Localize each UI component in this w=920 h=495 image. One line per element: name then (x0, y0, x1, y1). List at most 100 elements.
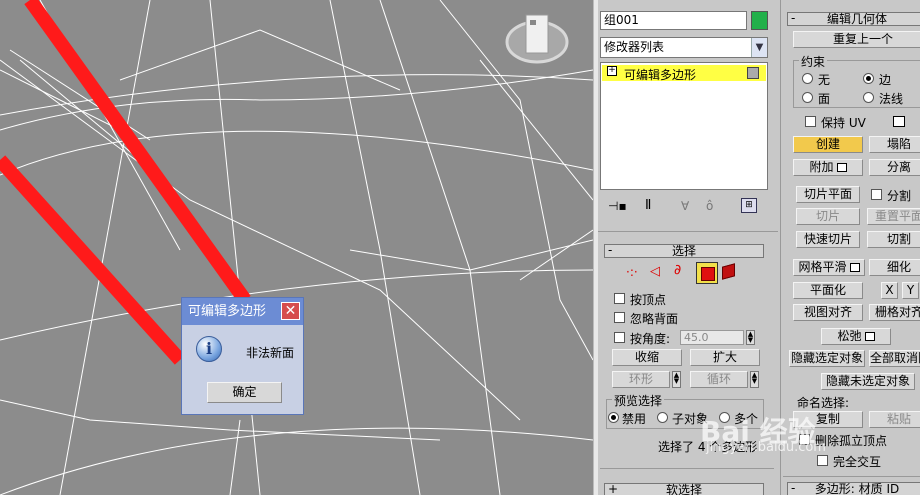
remove-modifier-icon[interactable]: ô (706, 199, 713, 213)
selection-rollout-header[interactable]: - 选择 (604, 244, 764, 258)
repeat-last-button[interactable]: 重复上一个 (793, 31, 920, 48)
preview-disabled-radio[interactable] (608, 412, 619, 423)
by-vertex-label: 按顶点 (630, 293, 667, 307)
meshsmooth-button[interactable]: 网格平滑 (793, 259, 865, 276)
preview-subobject-radio[interactable] (657, 412, 668, 423)
by-angle-label: 按角度: (630, 332, 671, 346)
hide-unselected-button[interactable]: 隐藏未选定对象 (821, 373, 915, 390)
grow-button[interactable]: 扩大 (690, 349, 760, 366)
show-end-result-icon[interactable]: Ⅱ (645, 198, 651, 213)
viewcube-icon[interactable] (505, 14, 569, 64)
angle-input[interactable]: 45.0 (680, 330, 744, 345)
named-selections-label: 命名选择: (797, 396, 850, 410)
polygon-material-header[interactable]: - 多边形: 材质 ID (787, 482, 920, 495)
ring-spinner[interactable]: ▲ ▼ (672, 371, 681, 388)
ring-button[interactable]: 环形 (612, 371, 670, 388)
close-icon[interactable]: ✕ (281, 302, 300, 320)
quick-slice-button[interactable]: 快速切片 (796, 231, 860, 248)
unhide-all-button[interactable]: 全部取消隐藏 (869, 350, 920, 367)
constraint-none-radio[interactable] (802, 73, 813, 84)
object-name-field[interactable]: 组001 (600, 11, 747, 30)
attach-label: 附加 (809, 160, 834, 174)
expand-icon[interactable]: + (607, 66, 617, 76)
element-mode-icon[interactable] (722, 263, 735, 280)
make-unique-icon[interactable]: ∀ (681, 199, 689, 213)
angle-spinner[interactable]: ▲ ▼ (746, 330, 755, 345)
ok-button[interactable]: 确定 (207, 382, 282, 403)
planarize-x-button[interactable]: X (881, 282, 898, 299)
loop-button[interactable]: 循环 (690, 371, 748, 388)
cut-button[interactable]: 切割 (867, 231, 920, 248)
planarize-button[interactable]: 平面化 (793, 282, 863, 299)
separator (598, 231, 778, 232)
view-align-button[interactable]: 视图对齐 (793, 304, 863, 321)
planarize-y-button[interactable]: Y (902, 282, 919, 299)
relax-button[interactable]: 松弛 (821, 328, 891, 345)
constraint-face-radio[interactable] (802, 92, 813, 103)
by-vertex-checkbox[interactable] (614, 293, 625, 304)
ignore-backfacing-checkbox[interactable] (614, 312, 625, 323)
slice-button[interactable]: 切片 (796, 208, 860, 225)
configure-modifier-icon[interactable]: ⊞ (741, 198, 757, 213)
split-checkbox[interactable] (871, 189, 882, 200)
constraint-none-label: 无 (818, 73, 831, 87)
edit-geometry-label: 编辑几何体 (826, 12, 887, 26)
grid-align-button[interactable]: 栅格对齐 (869, 304, 920, 321)
soft-selection-rollout-header[interactable]: + 软选择 (604, 483, 764, 495)
loop-spinner[interactable]: ▲ ▼ (750, 371, 759, 388)
ignore-backfacing-label: 忽略背面 (630, 312, 679, 326)
split-label: 分割 (887, 189, 912, 203)
paste-button[interactable]: 粘贴 (869, 411, 920, 428)
object-color-swatch[interactable] (751, 11, 768, 30)
full-interactivity-label: 完全交互 (833, 455, 882, 469)
edge-mode-icon[interactable]: ◁ (650, 264, 660, 279)
polygon-mode-button[interactable] (696, 262, 718, 284)
detach-button[interactable]: 分离 (869, 159, 920, 176)
wireframe-mesh (0, 0, 593, 495)
meshsmooth-settings-icon[interactable] (849, 263, 860, 272)
selection-header-label: 选择 (671, 244, 696, 258)
polygon-material-label: 多边形: 材质 ID (814, 482, 900, 495)
slice-plane-button[interactable]: 切片平面 (796, 186, 860, 203)
separator (600, 468, 774, 469)
meshsmooth-label: 网格平滑 (798, 260, 847, 274)
stack-item-toggle[interactable] (747, 67, 759, 79)
attach-settings-icon[interactable] (836, 163, 847, 172)
border-mode-icon[interactable]: ∂ (674, 262, 681, 278)
polygon-icon (701, 267, 715, 281)
separator (783, 476, 920, 477)
constraint-normal-radio[interactable] (863, 92, 874, 103)
preview-selection-label: 预览选择 (612, 392, 665, 409)
constraint-edge-label: 边 (879, 73, 892, 87)
shrink-button[interactable]: 收缩 (612, 349, 682, 366)
by-angle-checkbox[interactable] (614, 332, 625, 343)
tessellate-button[interactable]: 细化 (869, 259, 920, 276)
attach-button[interactable]: 附加 (793, 159, 863, 176)
edit-geometry-header[interactable]: - 编辑几何体 (787, 12, 920, 26)
pin-stack-icon[interactable]: ⊣▪ (608, 199, 627, 213)
preserve-uv-checkbox[interactable] (805, 116, 816, 127)
constraint-face-label: 面 (818, 92, 831, 106)
vertex-mode-icon[interactable]: ·:· (626, 265, 638, 279)
full-interactivity-checkbox[interactable] (817, 455, 828, 466)
relax-label: 松弛 (837, 329, 862, 343)
constraint-edge-radio[interactable] (863, 73, 874, 84)
hide-selected-button[interactable]: 隐藏选定对象 (789, 350, 865, 367)
modifier-list-label: 修改器列表 (604, 40, 665, 54)
preview-disabled-label: 禁用 (622, 412, 647, 426)
create-button[interactable]: 创建 (793, 136, 863, 153)
chevron-down-icon[interactable]: ▼ (751, 38, 767, 57)
preserve-uv-settings-icon[interactable] (893, 116, 905, 127)
stack-item-editable-poly[interactable]: + 可编辑多边形 (602, 65, 766, 82)
info-icon: i (196, 336, 222, 362)
soft-selection-label: 软选择 (665, 483, 702, 495)
relax-settings-icon[interactable] (864, 332, 875, 341)
modifier-stack: + 可编辑多边形 (600, 62, 768, 190)
constraints-label: 约束 (799, 53, 828, 70)
collapse-button[interactable]: 塌陷 (869, 136, 920, 153)
stack-item-label: 可编辑多边形 (624, 68, 697, 82)
viewport-3d[interactable] (0, 0, 593, 495)
modifier-list-dropdown[interactable]: 修改器列表 ▼ (600, 37, 768, 58)
preserve-uv-label: 保持 UV (821, 116, 866, 130)
reset-plane-button[interactable]: 重置平面 (867, 208, 920, 225)
